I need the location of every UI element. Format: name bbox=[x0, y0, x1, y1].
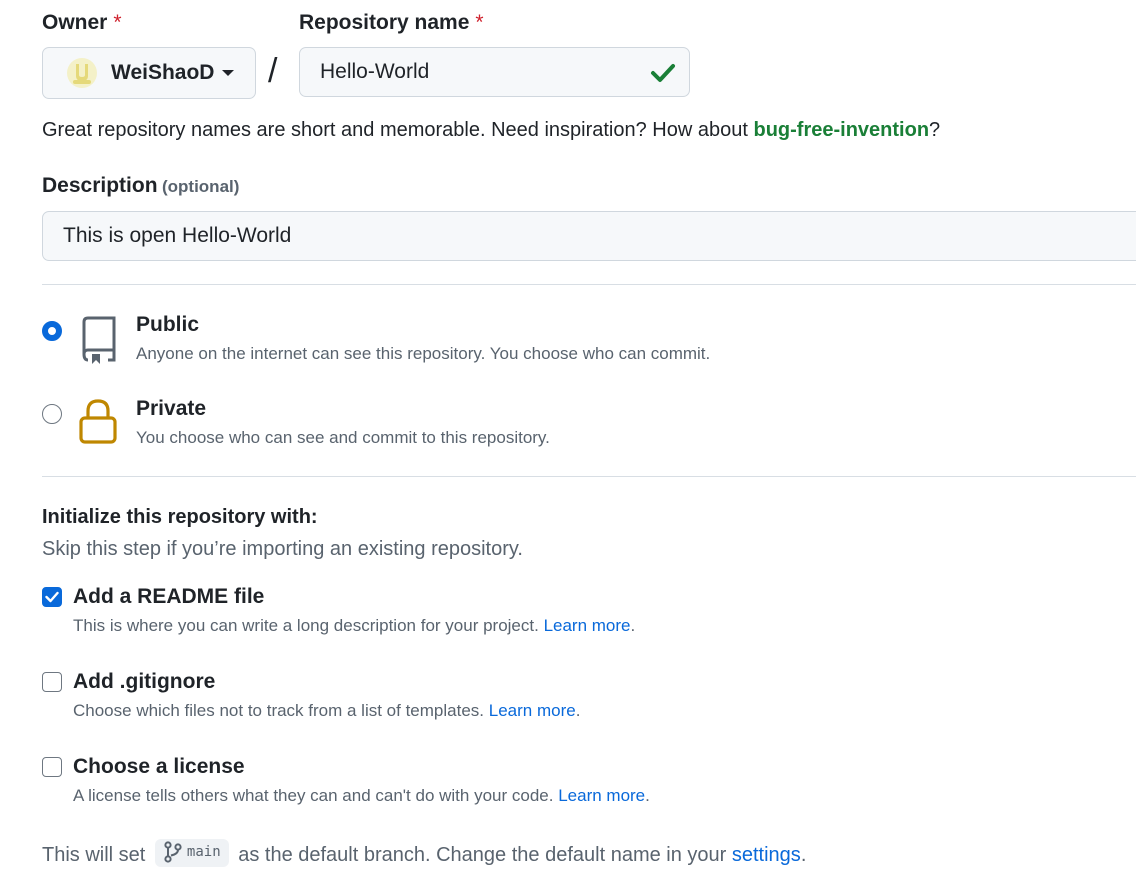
public-radio[interactable] bbox=[42, 321, 62, 341]
gitignore-desc: Choose which files not to track from a l… bbox=[73, 701, 581, 720]
owner-repo-separator: / bbox=[268, 52, 278, 90]
owner-avatar bbox=[67, 58, 97, 88]
branch-name: main bbox=[186, 844, 221, 860]
owner-name: WeiShaoD bbox=[111, 61, 215, 84]
repo-name-hint: Great repository names are short and mem… bbox=[42, 119, 941, 141]
repo-name-input[interactable] bbox=[299, 47, 690, 97]
license-title: Choose a license bbox=[73, 755, 245, 778]
optional-tag: (optional) bbox=[161, 177, 240, 196]
description-label: Description (optional) bbox=[42, 174, 240, 197]
private-desc: You choose who can see and commit to thi… bbox=[136, 428, 550, 447]
lock-icon bbox=[79, 399, 117, 444]
repo-name-label: Repository name * bbox=[299, 11, 484, 34]
gitignore-title: Add .gitignore bbox=[73, 670, 216, 693]
owner-dropdown[interactable]: WeiShaoD bbox=[42, 47, 256, 99]
license-desc: A license tells others what they can and… bbox=[73, 786, 650, 805]
readme-title: Add a README file bbox=[73, 585, 265, 608]
gitignore-checkbox[interactable] bbox=[42, 672, 62, 692]
readme-learn-more-link[interactable]: Learn more bbox=[544, 616, 631, 635]
license-checkbox[interactable] bbox=[42, 757, 62, 777]
name-suggestion-link[interactable]: bug-free-invention bbox=[753, 119, 929, 141]
branch-badge: main bbox=[154, 839, 229, 867]
divider bbox=[42, 476, 1136, 477]
readme-checkbox[interactable] bbox=[42, 587, 62, 607]
git-branch-icon bbox=[164, 841, 182, 863]
description-input[interactable] bbox=[42, 211, 1136, 261]
initialize-subtitle: Skip this step if you’re importing an ex… bbox=[42, 538, 523, 560]
gitignore-learn-more-link[interactable]: Learn more bbox=[489, 701, 576, 720]
default-branch-note: This will set main as the default branch… bbox=[42, 839, 806, 867]
private-title: Private bbox=[136, 397, 207, 420]
license-learn-more-link[interactable]: Learn more bbox=[558, 786, 645, 805]
initialize-title: Initialize this repository with: bbox=[42, 506, 318, 528]
required-mark: * bbox=[113, 11, 122, 34]
repo-icon bbox=[82, 316, 116, 364]
checkmark-icon bbox=[45, 591, 59, 603]
public-desc: Anyone on the internet can see this repo… bbox=[136, 344, 711, 363]
required-mark: * bbox=[475, 11, 484, 34]
private-radio[interactable] bbox=[42, 404, 62, 424]
public-title: Public bbox=[136, 313, 200, 336]
check-icon bbox=[651, 64, 675, 82]
chevron-down-icon bbox=[222, 70, 235, 76]
settings-link[interactable]: settings bbox=[732, 844, 801, 866]
readme-desc: This is where you can write a long descr… bbox=[73, 616, 636, 635]
owner-label: Owner * bbox=[42, 11, 122, 34]
divider bbox=[42, 284, 1136, 285]
